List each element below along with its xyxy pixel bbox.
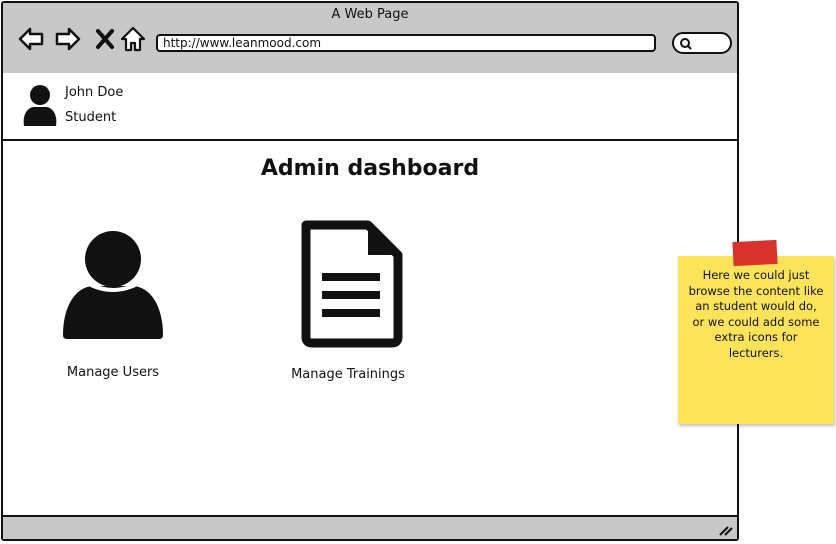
stop-icon[interactable] [91, 25, 119, 53]
address-bar[interactable]: http://www.leanmood.com [156, 34, 656, 52]
manage-users-tile[interactable]: Manage Users [53, 229, 173, 380]
user-name: John Doe [65, 85, 124, 100]
sticky-note-text: Here we could just browse the content li… [688, 268, 824, 360]
user-header: John Doe Student [3, 73, 737, 141]
search-icon [680, 38, 692, 50]
browser-toolbar: A Web Page http://www.leanmood.com [3, 3, 737, 75]
page-title: Admin dashboard [260, 156, 480, 181]
manage-users-label[interactable]: Manage Users [53, 365, 173, 380]
forward-arrow-icon[interactable] [54, 25, 82, 53]
window-title: A Web Page [331, 7, 409, 22]
manage-trainings-label[interactable]: Manage Trainings [283, 367, 413, 382]
tape-strip [732, 239, 778, 267]
home-icon[interactable] [119, 25, 147, 53]
back-arrow-icon[interactable] [17, 25, 45, 53]
browser-window: A Web Page http://www.leanmood.com John … [1, 1, 739, 541]
status-bar [3, 515, 737, 539]
user-role: Student [65, 110, 117, 125]
user-icon[interactable] [61, 229, 165, 341]
search-box[interactable] [672, 32, 732, 54]
sticky-note: Here we could just browse the content li… [678, 256, 834, 424]
avatar-icon [23, 85, 57, 126]
manage-trainings-tile[interactable]: Manage Trainings [283, 219, 413, 382]
document-icon[interactable] [292, 219, 404, 349]
resize-grip-icon[interactable] [717, 523, 733, 537]
